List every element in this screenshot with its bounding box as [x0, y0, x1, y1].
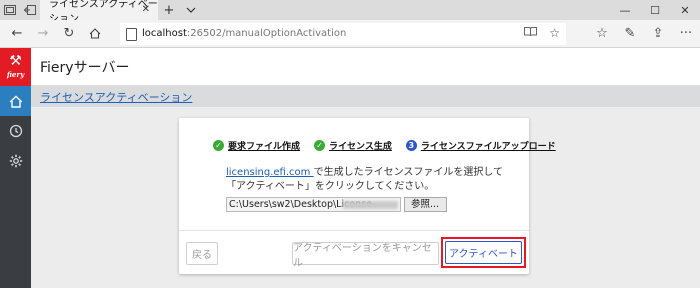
cancel-activation-button[interactable]: アクティベーションをキャンセル	[292, 242, 439, 269]
reading-view-icon[interactable]	[524, 26, 538, 40]
close-window-icon[interactable]: ✕	[670, 0, 700, 20]
breadcrumb-bar: ライセンスアクティベーション	[31, 86, 700, 107]
refresh-icon[interactable]: ↻	[56, 20, 82, 48]
step-3: 3 ライセンスファイルアップロード	[405, 139, 556, 152]
checkmark-icon: ✓	[213, 140, 224, 151]
page-info-icon[interactable]	[124, 27, 138, 41]
tab-close-icon[interactable]: ✕	[142, 4, 150, 15]
instruction-text: licensing.efi.com で生成したライセンスファイルを選択して「アク…	[226, 166, 522, 194]
url-host: localhost	[142, 28, 187, 39]
app-title: Fieryサーバー	[40, 59, 130, 76]
tab-list-chevron-icon[interactable]	[180, 0, 202, 20]
step-1: ✓ 要求ファイル作成	[213, 139, 300, 152]
maximize-icon[interactable]: ☐	[640, 0, 670, 20]
back-arrow-icon[interactable]: ←	[4, 20, 30, 48]
rail-item-history[interactable]	[0, 116, 31, 146]
browser-tab-strip: ライセンスアクティベーション ✕ + — ☐ ✕	[0, 0, 700, 25]
activation-dialog: ✓ 要求ファイル作成 ✓ ライセンス生成 3 ライセンスファイルアップロード l…	[179, 118, 556, 274]
checkmark-icon: ✓	[314, 140, 326, 151]
home-icon[interactable]	[82, 20, 108, 48]
favorite-star-icon[interactable]: ☆	[549, 26, 560, 40]
favorites-list-icon[interactable]: ☆	[588, 20, 616, 48]
logo-mark-icon: ⚒	[9, 52, 22, 69]
footer-divider	[179, 230, 529, 231]
step-3-number: 3	[405, 140, 417, 151]
license-file-path-field[interactable]: C:\Users\sw2\Desktop\License-	[226, 197, 401, 212]
back-button[interactable]: 戻る	[186, 242, 218, 265]
activate-button[interactable]: アクティベート	[445, 241, 522, 264]
step-3-label: ライセンスファイルアップロード	[420, 142, 556, 152]
browser-nav-bar: ← → ↻ localhost:26502/manualOptionActiva…	[0, 20, 700, 48]
web-note-icon[interactable]: ✎	[616, 20, 644, 48]
step-2-label: ライセンス生成	[329, 142, 392, 152]
step-indicator: ✓ 要求ファイル作成 ✓ ライセンス生成 3 ライセンスファイルアップロード	[213, 139, 556, 152]
home-icon	[9, 95, 22, 108]
address-bar[interactable]: localhost:26502/manualOptionActivation ☆	[120, 22, 566, 45]
minimize-icon[interactable]: —	[610, 0, 640, 20]
logo-text: fiery	[6, 69, 25, 79]
licensing-link[interactable]: licensing.efi.com	[226, 167, 314, 178]
browser-tab-active[interactable]: ライセンスアクティベーション ✕	[40, 0, 158, 25]
url-path: :26502/manualOptionActivation	[186, 28, 347, 39]
window-controls: — ☐ ✕	[610, 0, 700, 20]
left-nav-rail	[0, 86, 31, 288]
gear-icon	[9, 154, 22, 168]
breadcrumb-license-activation[interactable]: ライセンスアクティベーション	[40, 89, 192, 105]
step-1-label: 要求ファイル作成	[228, 142, 301, 152]
share-icon[interactable]: ⇪	[644, 20, 672, 48]
forward-arrow-icon[interactable]: →	[30, 20, 56, 48]
step-2: ✓ ライセンス生成	[314, 139, 392, 152]
fiery-logo: ⚒ fiery	[0, 47, 31, 86]
history-icon	[9, 124, 22, 138]
new-tab-icon[interactable]: +	[158, 0, 180, 20]
set-aside-tabs-icon[interactable]	[20, 0, 40, 20]
tab-preview-icon[interactable]	[0, 0, 20, 20]
app-header: ⚒ fiery Fieryサーバー	[0, 47, 700, 86]
more-menu-icon[interactable]: ···	[672, 20, 700, 48]
file-select-row: C:\Users\sw2\Desktop\License- 参照...	[226, 197, 447, 212]
rail-item-settings[interactable]	[0, 146, 31, 176]
rail-item-home[interactable]	[0, 86, 31, 116]
browse-button[interactable]: 参照...	[404, 197, 447, 212]
redacted-filename	[343, 201, 398, 209]
